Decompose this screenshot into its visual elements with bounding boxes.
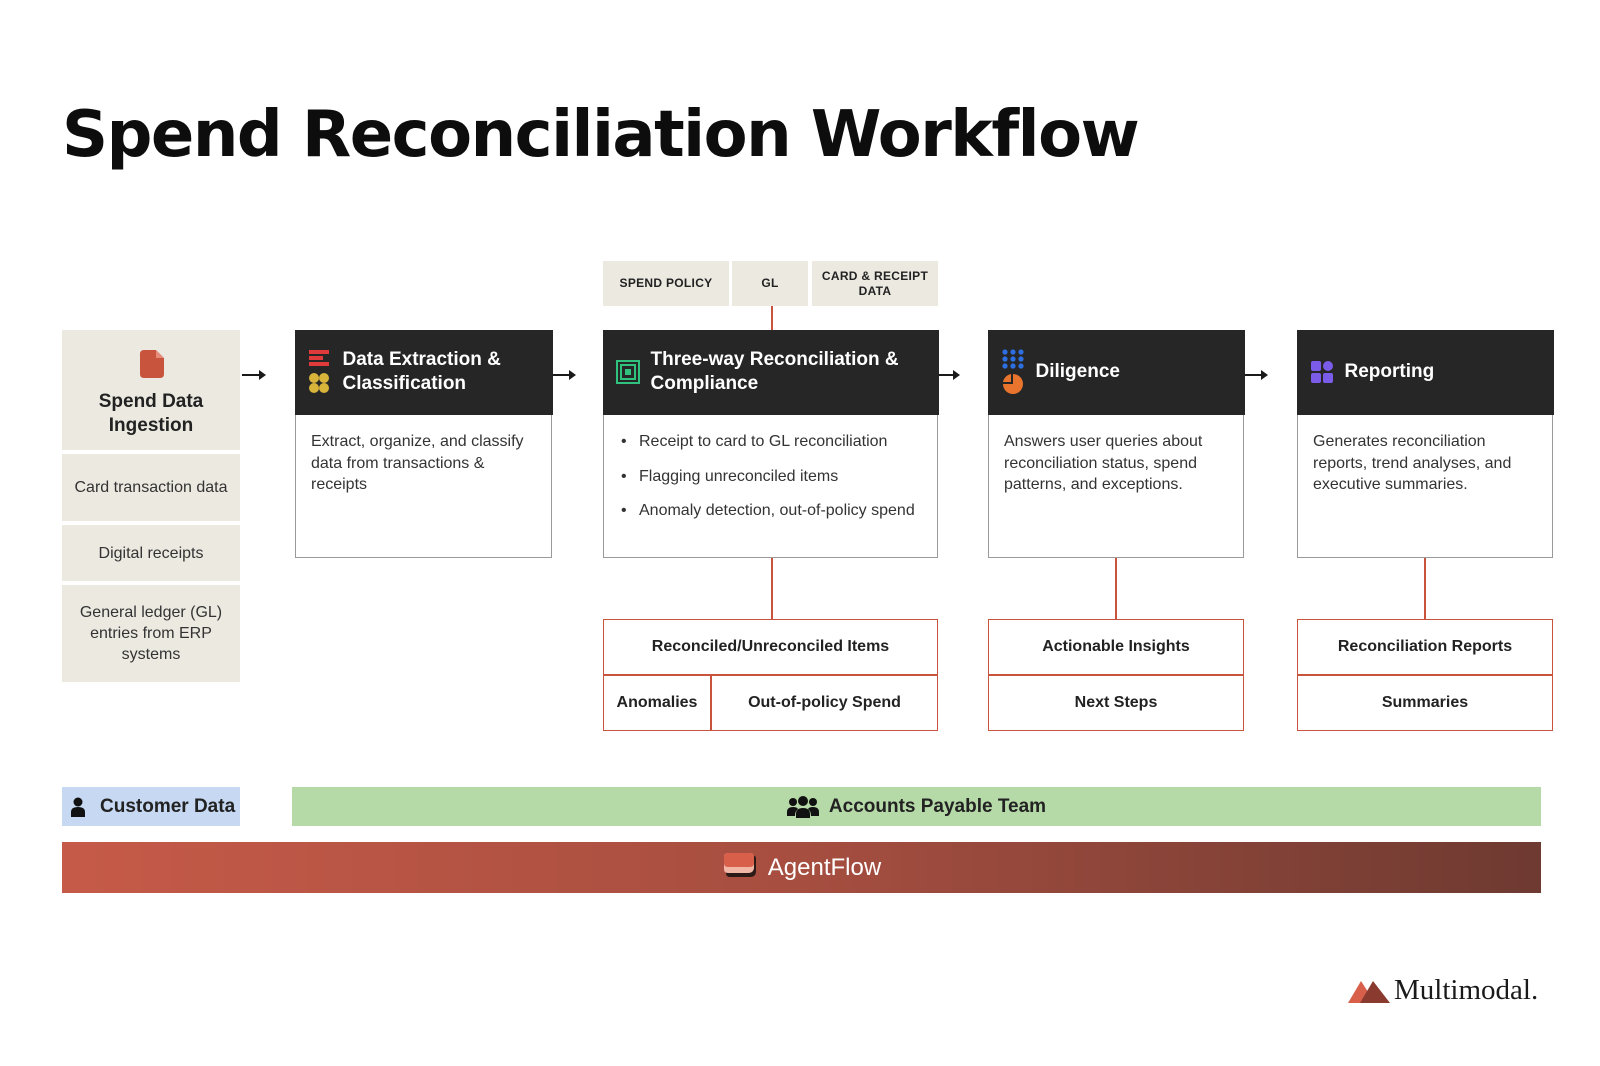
diligence-icon [1001, 349, 1024, 394]
agentflow-bar: AgentFlow [62, 842, 1541, 893]
card-title: Diligence [1035, 361, 1120, 382]
ingestion-item: Card transaction data [62, 454, 240, 521]
reporting-outputs: Reconciliation Reports Summaries [1297, 619, 1553, 731]
step-card-reconciliation: Three-way Reconciliation & Compliance Re… [602, 329, 939, 558]
multimodal-mountain-icon [1348, 981, 1390, 1003]
card-header: Reporting [1296, 329, 1554, 415]
bullet-item: Anomaly detection, out-of-policy spend [619, 500, 925, 522]
connector-line [771, 306, 773, 330]
brand-logo: Multimodal. [1348, 970, 1541, 1010]
card-title: Reporting [1344, 361, 1435, 382]
card-header: Three-way Reconciliation & Compliance [602, 329, 939, 415]
team-icon [786, 795, 819, 818]
bar-label: Customer Data [100, 795, 236, 817]
output-item: Reconciliation Reports [1337, 638, 1513, 655]
ingestion-item: Digital receipts [62, 525, 240, 581]
flow-arrow [552, 370, 576, 380]
card-description: Answers user queries about reconciliatio… [1004, 433, 1203, 493]
output-item: Actionable Insights [1042, 638, 1190, 655]
customer-data-bar: Customer Data [62, 787, 240, 826]
output-item: Next Steps [1074, 694, 1158, 711]
person-icon [71, 797, 85, 817]
diligence-outputs: Actionable Insights Next Steps [988, 619, 1244, 731]
connector-line [771, 558, 773, 620]
card-description: Receipt to card to GL reconciliation Fla… [619, 431, 925, 535]
input-tag-card-receipt: CARD & RECEIPT DATA [812, 261, 938, 306]
reconciliation-outputs: Reconciled/Unreconciled Items Anomalies … [603, 619, 938, 731]
output-item: Reconciled/Unreconciled Items [651, 638, 890, 655]
agentflow-logo-icon [723, 852, 756, 877]
step-card-extraction: Data Extraction & Classification Extract… [294, 329, 553, 558]
output-item: Summaries [1381, 694, 1469, 711]
bullet-list: Receipt to card to GL reconciliation Fla… [619, 431, 925, 522]
connector-line [1115, 558, 1117, 620]
bullet-item: Flagging unreconciled items [619, 466, 925, 488]
grid-icon [1310, 361, 1333, 383]
maze-icon [615, 360, 640, 384]
ingestion-item: General ledger (GL) entries from ERP sys… [62, 585, 240, 682]
output-item: Out-of-policy Spend [748, 694, 901, 711]
input-tag-spend-policy: SPEND POLICY [603, 261, 729, 306]
extraction-icon [308, 350, 329, 393]
ap-team-bar: Accounts Payable Team [292, 787, 1541, 826]
output-item: Anomalies [616, 694, 698, 711]
card-header: Diligence [987, 329, 1245, 415]
document-icon [140, 350, 164, 378]
ingestion-label: Spend Data Ingestion [98, 391, 204, 436]
card-header: Data Extraction & Classification [294, 329, 553, 415]
flow-arrow [936, 370, 960, 380]
brand-name: Multimodal. [1394, 973, 1539, 1006]
connector-line [1424, 558, 1426, 620]
page-title: Spend Reconciliation Workflow [62, 98, 1140, 172]
card-description: Extract, organize, and classify data fro… [311, 433, 524, 493]
step-card-diligence: Diligence Answers user queries about rec… [987, 329, 1245, 558]
bullet-item: Receipt to card to GL reconciliation [619, 431, 925, 453]
card-title: Data Extraction & Classification [342, 349, 501, 394]
step-card-reporting: Reporting Generates reconciliation repor… [1296, 329, 1554, 558]
card-description: Generates reconciliation reports, trend … [1313, 433, 1512, 493]
bar-label: AgentFlow [767, 853, 882, 881]
flow-arrow [242, 370, 266, 380]
card-title: Three-way Reconciliation & Compliance [650, 349, 899, 394]
flow-arrow [1244, 370, 1268, 380]
input-tag-gl: GL [732, 261, 808, 306]
bar-label: Accounts Payable Team [828, 795, 1047, 817]
ingestion-header: Spend Data Ingestion [62, 330, 240, 450]
